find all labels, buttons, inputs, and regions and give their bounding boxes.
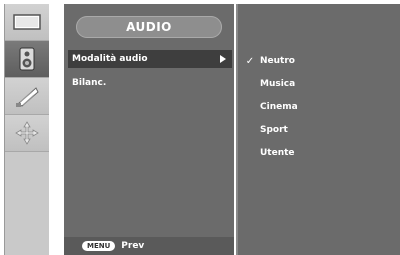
option-musica[interactable]: Musica (242, 77, 392, 91)
prev-label: Prev (121, 241, 145, 251)
menu-item-sound-mode[interactable]: Modalità audio (68, 50, 232, 68)
menu-item-label: Modalità audio (72, 54, 148, 64)
setup-arrows-icon (14, 120, 40, 146)
option-label: Utente (260, 148, 295, 158)
option-cinema[interactable]: Cinema (242, 100, 392, 114)
satellite-dish-icon (14, 84, 40, 108)
submenu-arrow-icon (220, 55, 226, 63)
option-label: Sport (260, 125, 288, 135)
option-label: Cinema (260, 102, 298, 112)
sidebar-item-picture[interactable] (5, 4, 49, 41)
checkmark-icon: ✓ (245, 55, 255, 67)
sidebar-item-audio[interactable] (5, 41, 49, 78)
category-sidebar (4, 4, 49, 255)
menu-item-label: Bilanc. (72, 78, 107, 88)
speaker-icon (19, 47, 35, 71)
option-sport[interactable]: Sport (242, 123, 392, 137)
menu-title: AUDIO (76, 16, 222, 38)
menu-key-badge[interactable]: MENU (82, 241, 116, 251)
option-label: Neutro (260, 56, 295, 66)
osd-menu: AUDIO Modalità audio Bilanc. MENU Prev ✓… (0, 0, 400, 255)
picture-icon (13, 14, 41, 30)
option-label: Musica (260, 79, 296, 89)
menu-item-balance[interactable]: Bilanc. (68, 74, 232, 92)
sidebar-item-channel[interactable] (5, 78, 49, 115)
sidebar-item-setup[interactable] (5, 115, 49, 152)
audio-menu-panel: AUDIO Modalità audio Bilanc. MENU Prev (64, 4, 234, 255)
menu-footer: MENU Prev (64, 237, 234, 255)
option-neutro[interactable]: ✓ Neutro (242, 54, 392, 68)
option-utente[interactable]: Utente (242, 146, 392, 160)
sound-mode-options-panel: ✓ Neutro Musica Cinema Sport Utente (236, 4, 400, 255)
